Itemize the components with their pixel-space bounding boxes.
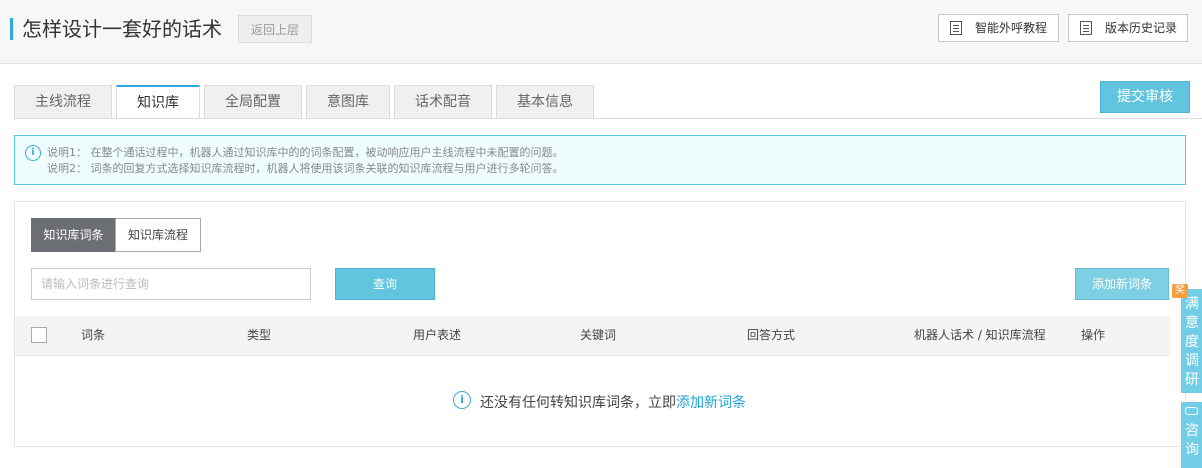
consult-char: 询 [1185,442,1199,458]
table-header: 词条 类型 用户表述 关键词 回答方式 机器人话术 / 知识库流程 操作 [15,316,1170,356]
reward-badge: 奖 [1172,284,1188,298]
survey-char: 度 [1185,334,1199,350]
back-button[interactable]: 返回上层 [238,15,312,43]
tutorial-button-label: 智能外呼教程 [975,21,1048,35]
select-all-checkbox[interactable] [31,327,47,343]
query-button[interactable]: 查询 [335,268,435,300]
version-history-button[interactable]: 版本历史记录 [1068,14,1188,42]
tab-main-flow[interactable]: 主线流程 [14,85,112,119]
survey-char: 调 [1185,353,1199,369]
consult-char: 咨 [1185,423,1199,439]
tutorial-button[interactable]: 智能外呼教程 [938,14,1059,42]
column-user-expression: 用户表述 [413,328,462,342]
info-notice: i 说明1： 在整个通话过程中，机器人通过知识库中的的词条配置，被动响应用户主线… [14,135,1186,185]
document-icon [1080,21,1092,35]
column-keywords: 关键词 [580,328,617,342]
column-entry: 词条 [81,328,106,342]
subtab-knowledge-flows[interactable]: 知识库流程 [115,218,201,252]
add-entry-link[interactable]: 添加新词条 [676,395,746,411]
satisfaction-survey-widget[interactable]: 满 意 度 调 研 [1181,289,1202,393]
empty-state-text: 还没有任何转知识库词条，立即添加新词条 [480,392,746,412]
add-entry-button[interactable]: 添加新词条 [1075,268,1169,300]
tab-voice-dubbing[interactable]: 话术配音 [394,85,492,119]
survey-char: 意 [1185,315,1199,331]
tab-intent-library[interactable]: 意图库 [306,85,390,119]
consult-widget[interactable]: 咨 询 [1181,402,1202,468]
info-line-2: 说明2： 词条的回复方式选择知识库流程时，机器人将使用该词条关联的知识库流程与用… [47,162,564,175]
tab-basic-info[interactable]: 基本信息 [496,85,594,119]
info-icon: i [25,145,41,161]
tab-knowledge-base[interactable]: 知识库 [116,85,200,119]
search-input[interactable] [31,268,311,300]
chat-icon [1185,407,1198,415]
document-icon [950,21,962,35]
page-title: 怎样设计一套好的话术 [22,17,222,41]
top-bar: 怎样设计一套好的话术 返回上层 智能外呼教程 版本历史记录 [0,0,1202,64]
column-type: 类型 [247,328,272,342]
title-accent-bar [10,18,13,40]
column-actions: 操作 [1081,328,1106,342]
submit-review-button[interactable]: 提交审核 [1100,81,1190,113]
column-robot-script: 机器人话术 / 知识库流程 [914,328,1046,342]
tab-divider [14,118,1202,119]
column-answer-mode: 回答方式 [747,328,796,342]
version-history-button-label: 版本历史记录 [1105,21,1178,35]
subtab-knowledge-entries[interactable]: 知识库词条 [31,218,116,252]
info-icon: i [453,391,471,409]
empty-state-message: 还没有任何转知识库词条，立即 [480,395,676,411]
info-line-1: 说明1： 在整个通话过程中，机器人通过知识库中的的词条配置，被动响应用户主线流程… [47,146,564,159]
tab-global-config[interactable]: 全局配置 [204,85,302,119]
survey-char: 研 [1185,372,1199,388]
